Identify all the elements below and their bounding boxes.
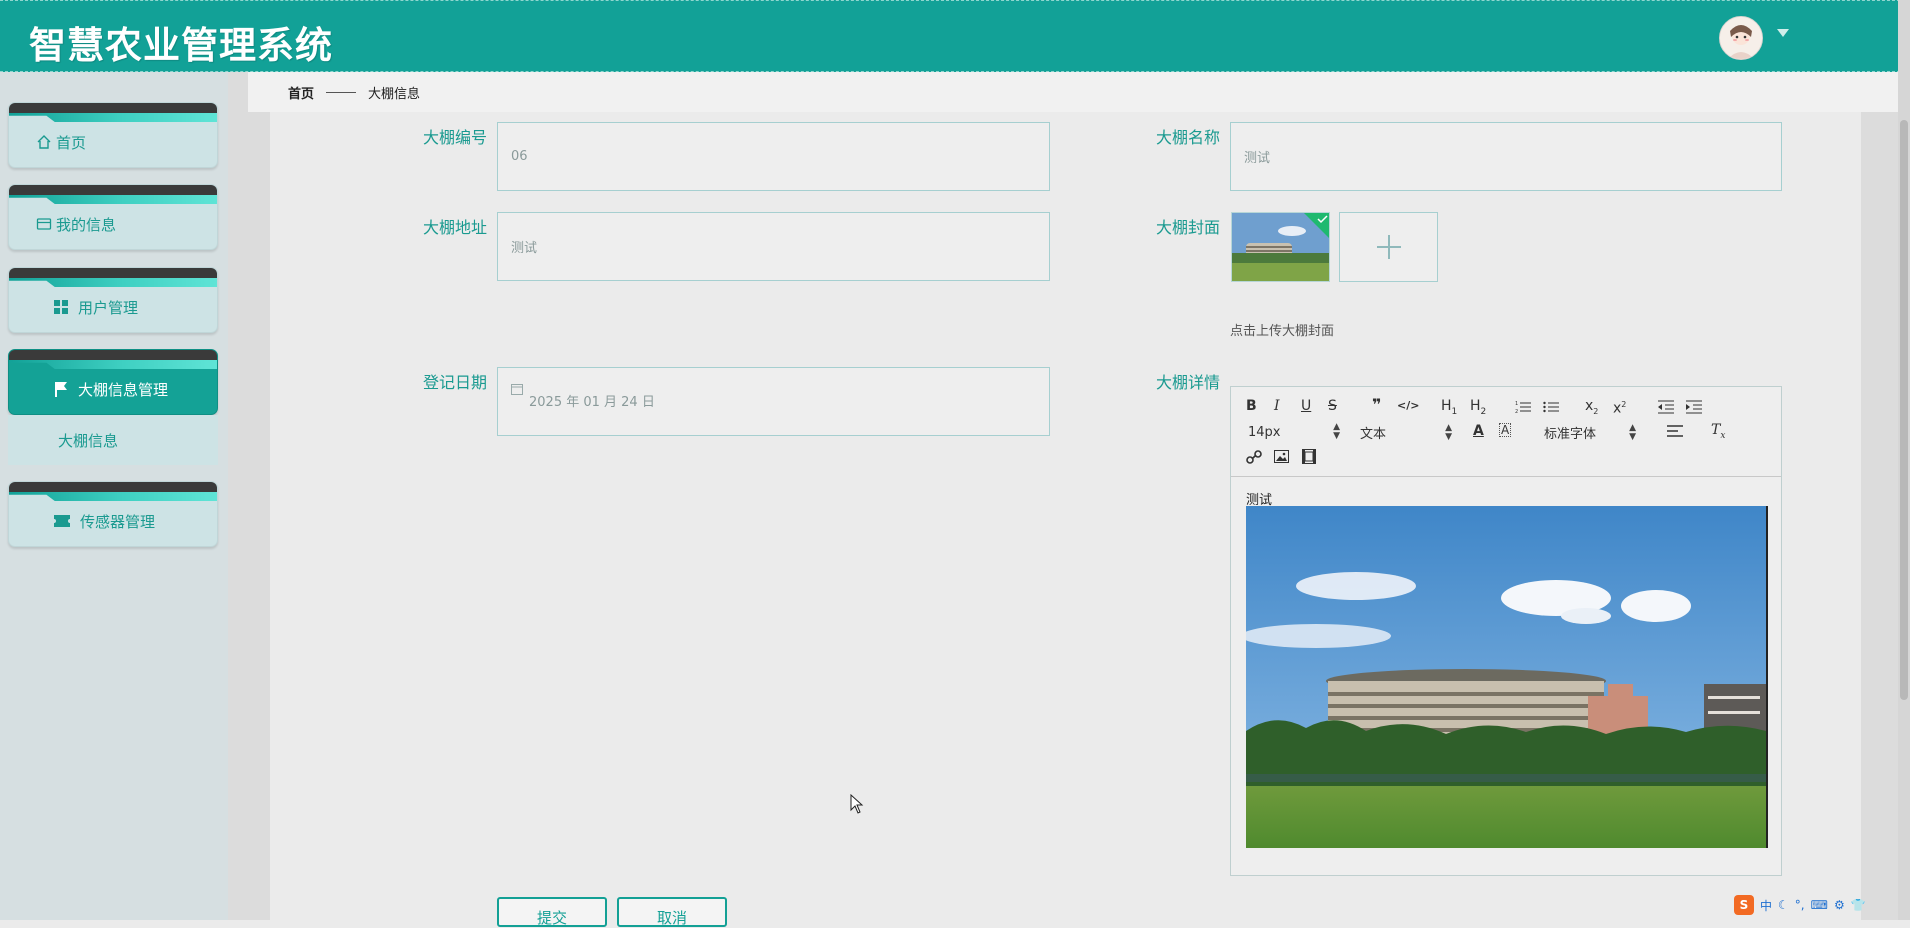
register-date-label: 登记日期 — [422, 373, 487, 392]
greenhouse-address-field[interactable]: 测试 — [497, 212, 1050, 281]
sidebar-item-my-info[interactable]: 我的信息 — [8, 184, 218, 250]
image-icon[interactable] — [1274, 450, 1289, 463]
sidebar-item-label: 大棚信息管理 — [78, 380, 169, 399]
grid-icon — [54, 300, 68, 314]
sidebar-item-home[interactable]: 首页 — [8, 102, 218, 168]
indent-icon[interactable] — [1686, 400, 1702, 414]
app-title: 智慧农业管理系统 — [29, 24, 333, 67]
upload-cover-hint: 点击上传大棚封面 — [1230, 324, 1335, 339]
greenhouse-cover-label: 大棚封面 — [1155, 218, 1220, 237]
breadcrumb-current: 大棚信息 — [368, 87, 421, 102]
content-gutter-right — [1861, 72, 1898, 920]
greenhouse-number-label: 大棚编号 — [422, 128, 487, 147]
system-tray: S 中 ☾ °, ⌨ ⚙ 👕 — [1734, 895, 1866, 915]
sogou-input-icon[interactable]: S — [1734, 895, 1754, 915]
strikethrough-button[interactable]: S — [1328, 398, 1337, 414]
upload-cover-button[interactable] — [1339, 212, 1438, 282]
ordered-list-icon[interactable]: 12 — [1515, 400, 1531, 414]
sidebar-item-label: 传感器管理 — [80, 512, 156, 531]
breadcrumb-home[interactable]: 首页 — [288, 83, 314, 102]
sidebar-item-sensor-management[interactable]: 传感器管理 — [8, 481, 218, 547]
bullet-list-icon[interactable] — [1543, 400, 1559, 414]
cancel-button[interactable]: 取消 — [617, 897, 727, 927]
greenhouse-number-field[interactable]: 06 — [497, 122, 1050, 191]
editor-content-image — [1246, 506, 1768, 848]
id-card-icon — [36, 218, 52, 230]
outdent-icon[interactable] — [1658, 400, 1674, 414]
sidebar-subitem-greenhouse-info[interactable]: 大棚信息 — [8, 415, 218, 465]
mouse-cursor-icon — [850, 794, 864, 814]
subscript-button[interactable]: x2 — [1585, 398, 1598, 420]
video-icon[interactable] — [1302, 449, 1316, 464]
heading2-button[interactable]: H2 — [1470, 398, 1486, 420]
skin-icon[interactable]: 👕 — [1851, 898, 1866, 912]
bold-button[interactable]: B — [1246, 398, 1257, 414]
sidebar-item-label: 我的信息 — [56, 215, 117, 234]
greenhouse-address-label: 大棚地址 — [422, 218, 487, 237]
ime-language-indicator[interactable]: 中 — [1760, 897, 1772, 914]
user-avatar[interactable] — [1719, 16, 1763, 60]
submit-button-label: 提交 — [536, 909, 567, 927]
sidebar-subitem-label: 大棚信息 — [58, 432, 119, 450]
underline-button[interactable]: U — [1301, 398, 1311, 414]
font-size-value: 14px — [1248, 424, 1281, 440]
link-icon[interactable] — [1246, 449, 1262, 465]
font-family-value: 标准字体 — [1544, 427, 1597, 442]
plus-icon — [1376, 235, 1401, 259]
flag-icon — [55, 382, 67, 397]
svg-text:1: 1 — [1515, 401, 1518, 407]
top-header: 智慧农业管理系统 — [0, 0, 1910, 72]
breadcrumb: 首页 大棚信息 — [288, 83, 420, 102]
content-gutter-left — [228, 72, 270, 920]
superscript-button[interactable]: x2 — [1613, 397, 1626, 417]
code-button[interactable]: </> — [1397, 398, 1419, 414]
calendar-icon — [511, 384, 523, 395]
greenhouse-name-value: 测试 — [1244, 151, 1271, 166]
font-color-button[interactable]: A — [1473, 423, 1484, 439]
sidebar-item-label: 首页 — [56, 133, 87, 152]
breadcrumb-bar — [248, 72, 1898, 112]
font-family-select[interactable]: 标准字体 ▲ ▼ — [1544, 423, 1636, 442]
clear-format-button[interactable]: Tx — [1711, 422, 1725, 444]
sidebar-item-label: 用户管理 — [78, 298, 139, 317]
heading1-button[interactable]: H1 — [1441, 398, 1457, 420]
background-color-button[interactable]: A — [1499, 423, 1512, 437]
sidebar-item-greenhouse-management[interactable]: 大棚信息管理 — [8, 349, 218, 415]
chevron-down-icon[interactable] — [1777, 29, 1789, 37]
font-size-select[interactable]: 14px ▲ ▼ — [1248, 423, 1340, 441]
greenhouse-name-label: 大棚名称 — [1155, 128, 1220, 147]
page-scrollbar[interactable] — [1898, 0, 1910, 920]
cancel-button-label: 取消 — [656, 909, 687, 927]
align-left-icon[interactable] — [1667, 425, 1683, 437]
register-date-value: 2025 年 01 月 24 日 — [529, 395, 655, 410]
svg-text:2: 2 — [1515, 409, 1518, 414]
greenhouse-detail-label: 大棚详情 — [1155, 373, 1220, 392]
header-select[interactable]: 文本 ▲ ▼ — [1360, 423, 1452, 442]
register-date-field[interactable]: 2025 年 01 月 24 日 — [497, 367, 1050, 436]
cover-image-thumbnail[interactable] — [1231, 212, 1330, 282]
settings-icon[interactable]: ⚙ — [1834, 898, 1845, 912]
moon-icon[interactable]: ☾ — [1778, 898, 1789, 912]
sidebar-item-user-management[interactable]: 用户管理 — [8, 267, 218, 333]
punctuation-icon[interactable]: °, — [1795, 898, 1805, 912]
keyboard-icon[interactable]: ⌨ — [1811, 898, 1828, 912]
submit-button[interactable]: 提交 — [497, 897, 607, 927]
home-icon — [37, 135, 51, 149]
blockquote-button[interactable]: ❞ — [1372, 397, 1381, 413]
greenhouse-name-field[interactable]: 测试 — [1230, 122, 1782, 191]
italic-button[interactable]: I — [1274, 398, 1280, 414]
rich-text-editor[interactable]: B I U S ❞ </> H1 H2 12 x2 x2 14px ▲ ▼ 文本 ▲ ▼… — [1230, 386, 1782, 876]
ticket-icon — [54, 515, 70, 527]
editor-toolbar: B I U S ❞ </> H1 H2 12 x2 x2 14px ▲ ▼ 文本 ▲ ▼… — [1231, 387, 1781, 477]
greenhouse-number-value: 06 — [511, 149, 528, 164]
header-select-value: 文本 — [1360, 427, 1387, 442]
greenhouse-address-value: 测试 — [511, 241, 538, 256]
